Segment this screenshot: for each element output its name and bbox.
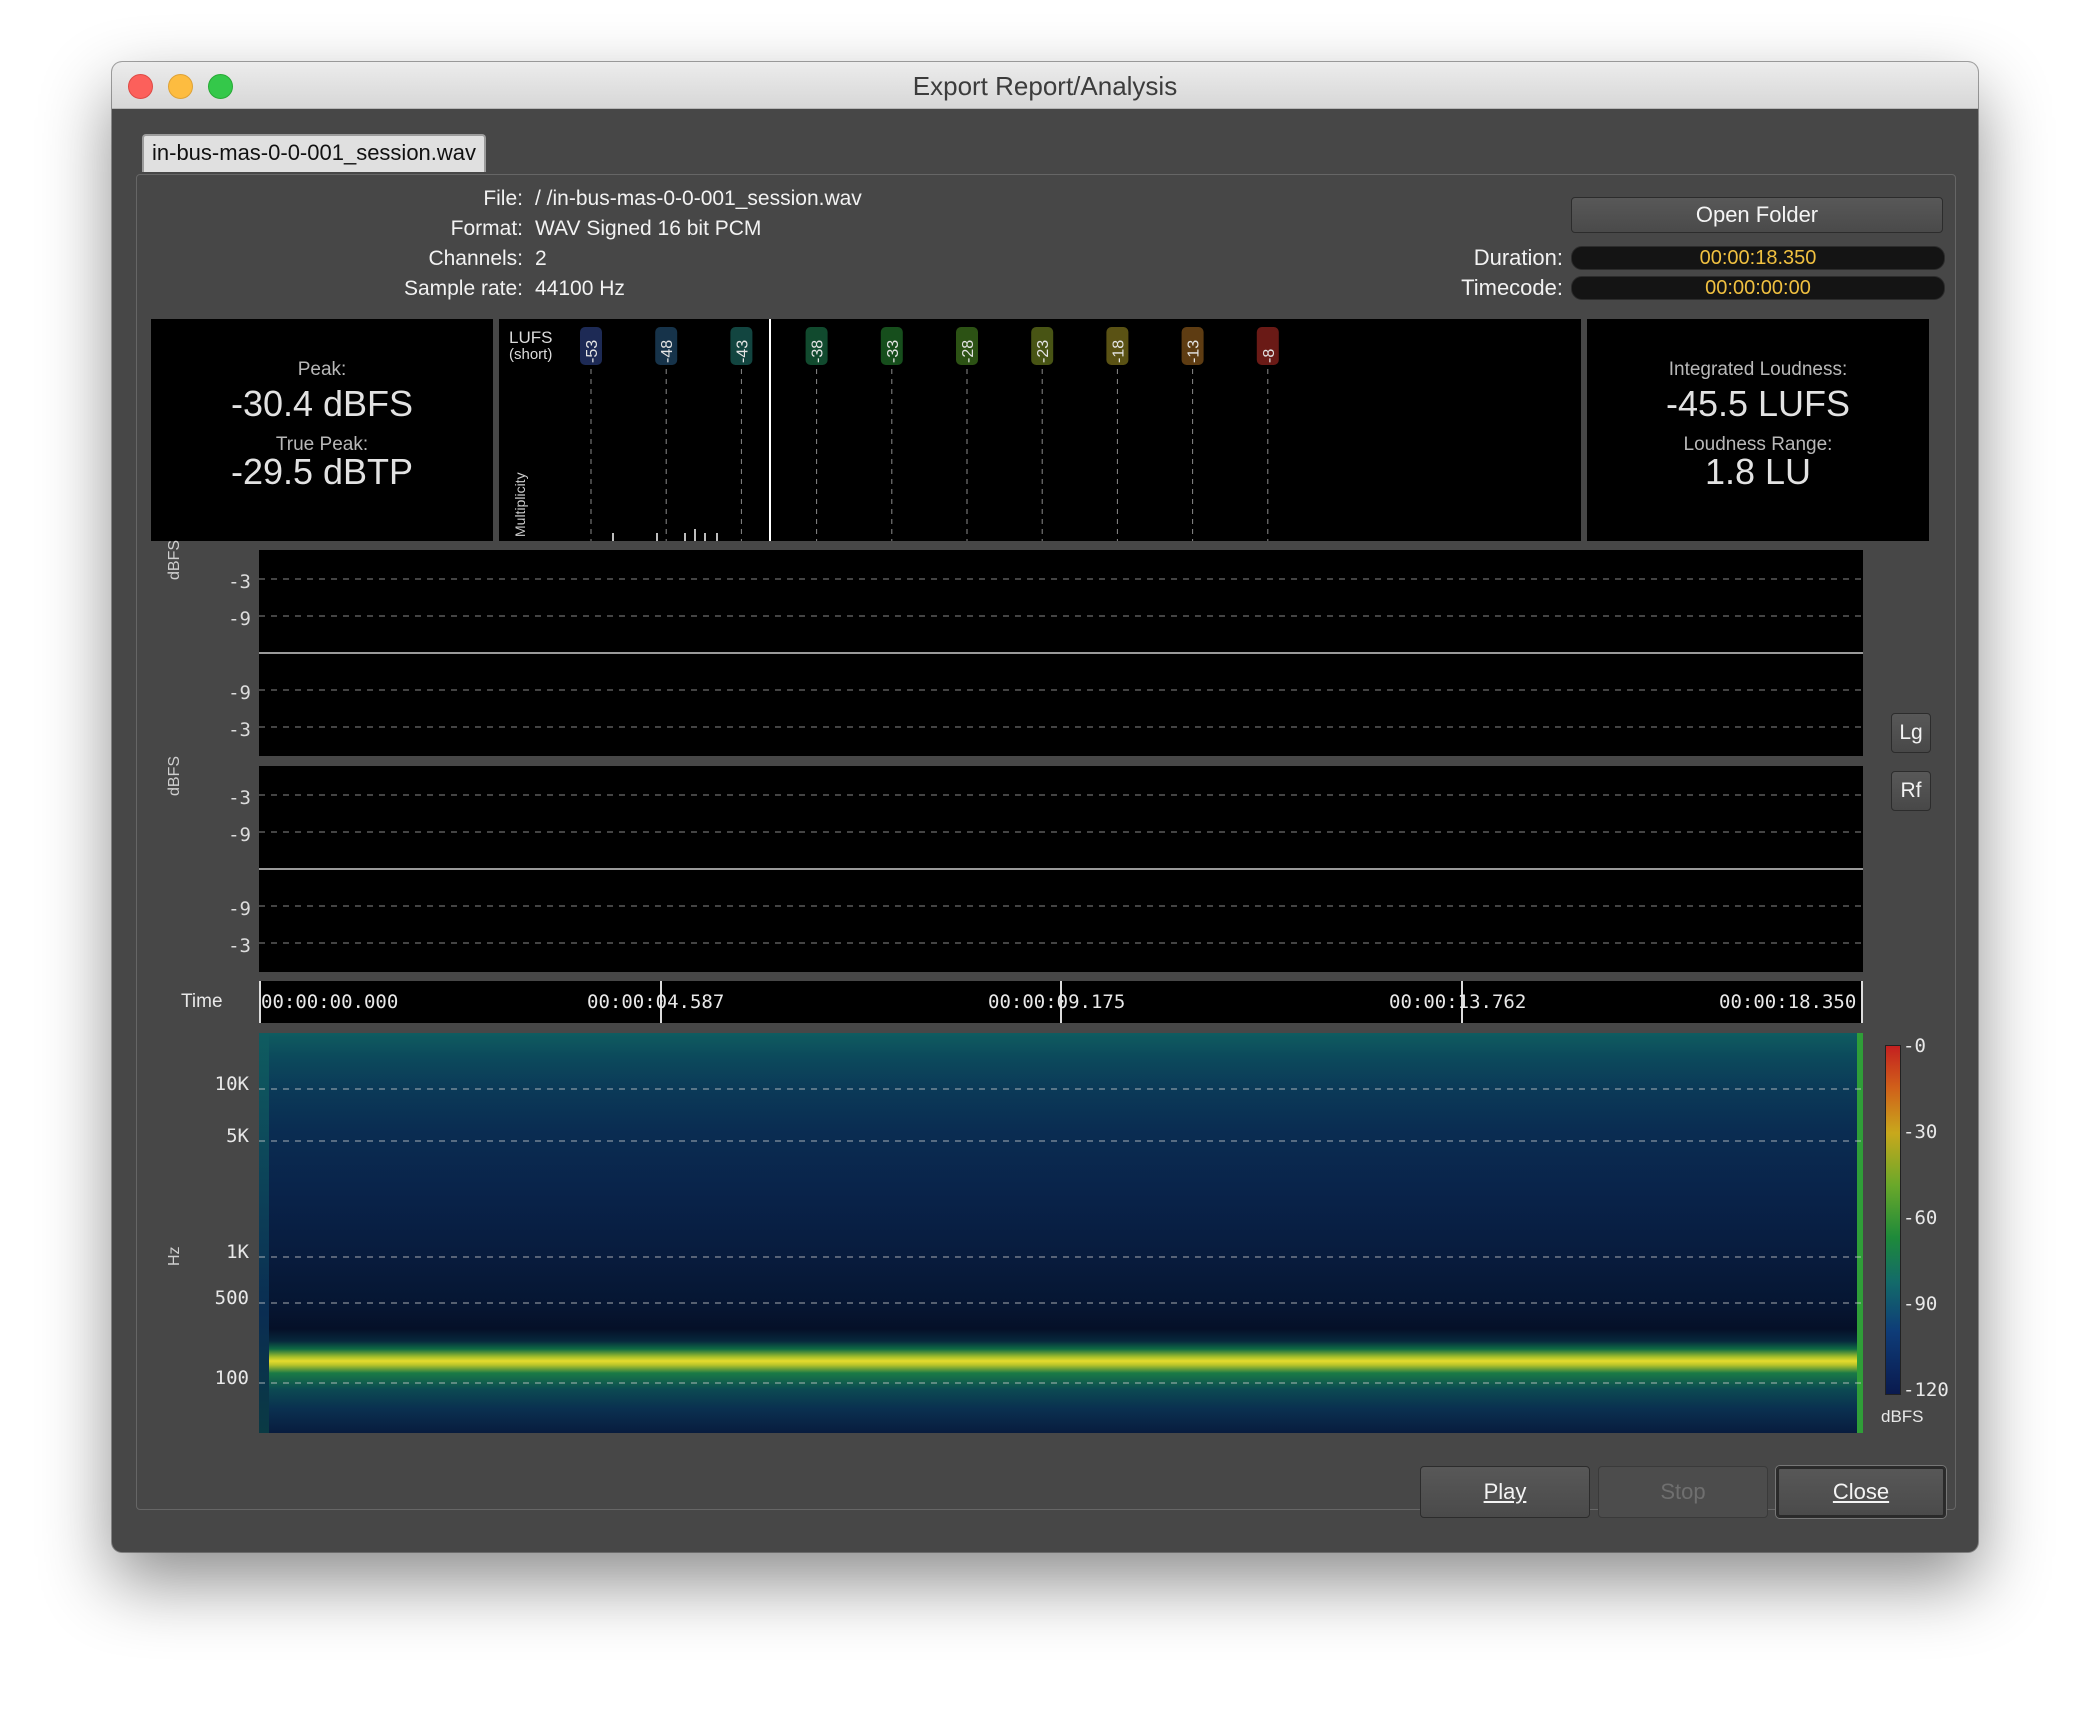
- waveform-1-tick: -9: [228, 682, 251, 704]
- waveform-1-tick: -3: [228, 571, 251, 593]
- true-peak-value: -29.5 dBTP: [230, 451, 414, 492]
- waveform-channel-1: [259, 550, 1863, 756]
- peak-value: -30.4 dBFS: [230, 383, 414, 424]
- color-scale-tick: -90: [1903, 1293, 1938, 1315]
- timeline-tick: 00:00:00.000: [261, 991, 399, 1013]
- waveform-2-tick: -3: [228, 787, 251, 809]
- freq-tick: 500: [214, 1287, 249, 1309]
- spectrogram-unit: Hz: [166, 1246, 183, 1266]
- close-button[interactable]: Close: [1776, 1466, 1946, 1518]
- histogram-marker-label: -8: [1261, 349, 1278, 363]
- duration-value: 00:00:18.350: [1571, 246, 1945, 270]
- histogram-bars: [612, 529, 718, 541]
- tab-file[interactable]: in-bus-mas-0-0-001_session.wav: [142, 134, 487, 172]
- histogram-unit: LUFS: [509, 328, 552, 347]
- histogram-marker-label: -33: [885, 340, 902, 363]
- freq-tick: 1K: [226, 1241, 249, 1263]
- timeline: 00:00:00.000 00:00:04.587 00:00:09.175 0…: [259, 981, 1863, 1023]
- color-scale-tick: -0: [1903, 1035, 1926, 1057]
- close-button-label: Close: [1832, 1479, 1890, 1504]
- timeline-tick: 00:00:04.587: [587, 991, 725, 1013]
- waveform-2-unit: dBFS: [166, 755, 183, 796]
- histogram-marker-label: -38: [810, 340, 827, 363]
- format-value: WAV Signed 16 bit PCM: [535, 217, 762, 240]
- freq-tick: 5K: [226, 1125, 249, 1147]
- color-scale-bar: [1885, 1045, 1901, 1395]
- histogram-marker-label: -18: [1110, 340, 1127, 363]
- multiplicity-label: Multiplicity: [512, 472, 528, 537]
- freq-tick: 10K: [214, 1073, 249, 1095]
- channels-label: Channels:: [428, 247, 523, 270]
- loudness-range-value: 1.8 LU: [1704, 451, 1812, 492]
- open-folder-button[interactable]: Open Folder: [1571, 197, 1943, 233]
- timeline-tick: 00:00:18.350: [1719, 991, 1857, 1013]
- duration-label: Duration:: [1473, 245, 1563, 270]
- file-label: File:: [483, 187, 523, 210]
- waveform-2-tick: -3: [228, 935, 251, 957]
- samplerate-value: 44100 Hz: [535, 277, 625, 300]
- peak-panel: Peak: -30.4 dBFS True Peak: -29.5 dBTP: [151, 319, 493, 541]
- play-button[interactable]: Play: [1420, 1466, 1590, 1518]
- histogram-markers: -53 -48 -43 -38 -33 -28 -23 -18 -13 -8: [580, 327, 1279, 541]
- histogram-marker-label: -23: [1035, 340, 1052, 363]
- histogram-marker-label: -53: [584, 340, 601, 363]
- histogram-marker-label: -43: [734, 340, 751, 363]
- loudness-histogram: LUFS (short) Multiplicity -53 -48 -43 -38 -3…: [499, 319, 1581, 541]
- histogram-unit-sub: (short): [509, 346, 552, 363]
- peak-label: Peak:: [297, 359, 347, 380]
- play-button-label: Play: [1483, 1479, 1527, 1504]
- file-value: / /in-bus-mas-0-0-001_session.wav: [535, 187, 862, 210]
- window-title: Export Report/Analysis: [912, 71, 1178, 101]
- title-bar: Export Report/Analysis: [112, 62, 1978, 109]
- stop-button[interactable]: Stop: [1598, 1466, 1768, 1518]
- format-label: Format:: [450, 217, 523, 240]
- waveform-1-tick: -9: [228, 608, 251, 630]
- waveform-channel-2: [259, 766, 1863, 972]
- log-scale-button[interactable]: Lg: [1891, 713, 1931, 753]
- samplerate-label: Sample rate:: [403, 277, 523, 300]
- waveform-2-tick: -9: [228, 824, 251, 846]
- histogram-marker-label: -13: [1186, 340, 1203, 363]
- histogram-graph: LUFS (short) Multiplicity -53 -48 -43 -38 -3…: [509, 319, 1279, 541]
- timeline-tick: 00:00:13.762: [1389, 991, 1527, 1013]
- color-scale-tick: -60: [1903, 1207, 1938, 1229]
- timeline-tick: 00:00:09.175: [988, 991, 1126, 1013]
- integrated-loudness-value: -45.5 LUFS: [1665, 383, 1851, 424]
- integrated-loudness-label: Integrated Loudness:: [1668, 359, 1848, 380]
- histogram-marker-label: -28: [960, 340, 977, 363]
- timeline-label: Time: [181, 991, 223, 1012]
- spectrogram: [259, 1033, 1863, 1433]
- histogram-marker-label: -48: [659, 340, 676, 363]
- export-report-window: Export Report/Analysis in-bus-mas-0-0-00…: [112, 62, 1978, 1552]
- waveform-2-tick: -9: [228, 898, 251, 920]
- loudness-panel: Integrated Loudness: -45.5 LUFS Loudness…: [1587, 319, 1929, 541]
- report-pane: File: / /in-bus-mas-0-0-001_session.wav …: [136, 174, 1956, 1510]
- timecode-label: Timecode:: [1461, 275, 1563, 300]
- rectified-button[interactable]: Rf: [1891, 771, 1931, 811]
- waveform-1-unit: dBFS: [166, 539, 183, 580]
- waveform-1-tick: -3: [228, 719, 251, 741]
- freq-tick: 100: [214, 1367, 249, 1389]
- timecode-value: 00:00:00:00: [1571, 276, 1945, 300]
- color-scale-tick: -120: [1903, 1379, 1949, 1401]
- color-scale-tick: -30: [1903, 1121, 1938, 1143]
- color-scale-unit: dBFS: [1881, 1407, 1924, 1426]
- channels-value: 2: [535, 247, 547, 270]
